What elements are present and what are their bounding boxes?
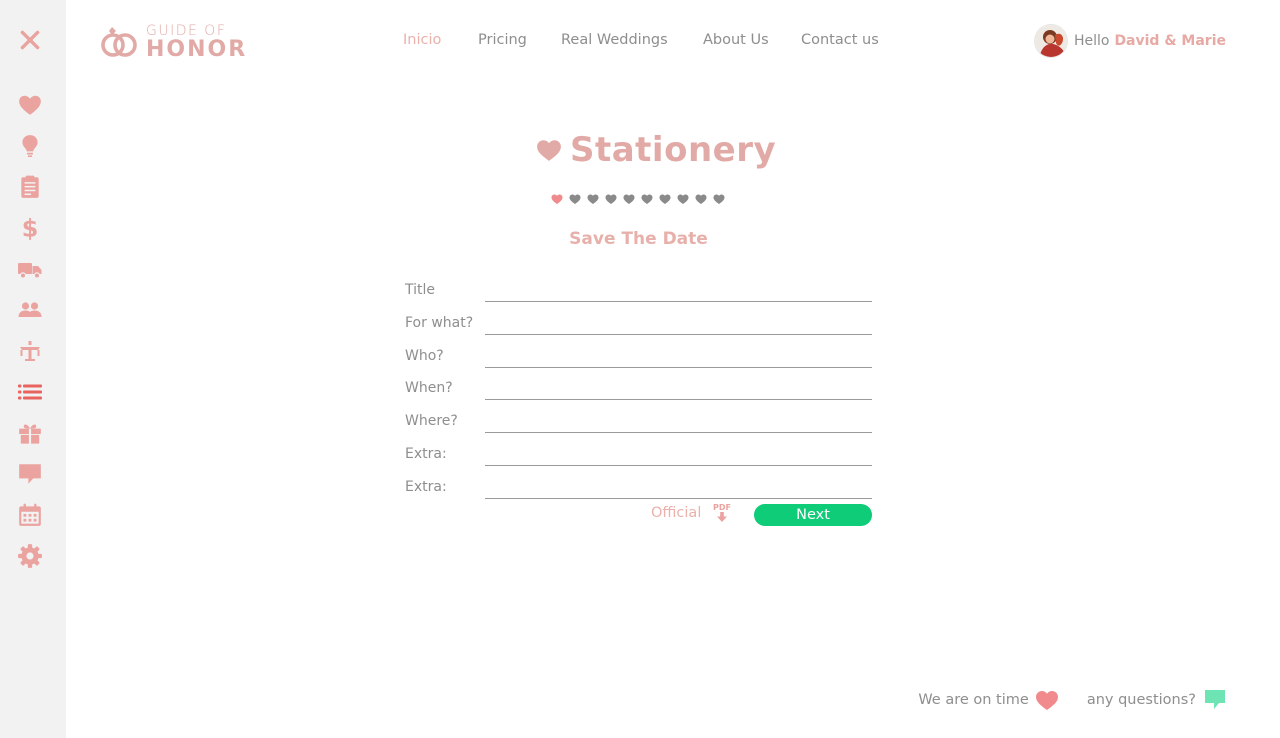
form-row: Where? — [405, 407, 872, 440]
brand-logo[interactable]: GUIDE OF HONOR — [100, 24, 247, 61]
field-label: Who? — [405, 347, 444, 364]
greeting-text: Hello — [1073, 33, 1110, 49]
progress-heart — [641, 192, 653, 204]
extra-field-1[interactable] — [485, 441, 872, 466]
gift-icon[interactable] — [15, 418, 45, 448]
people-icon[interactable] — [15, 295, 45, 325]
extra-field-2[interactable] — [485, 474, 872, 499]
form-row: Extra: — [405, 440, 872, 473]
logo-line1: GUIDE OF — [146, 23, 227, 39]
step-progress — [551, 192, 731, 204]
who-field[interactable] — [485, 343, 872, 368]
progress-heart — [605, 192, 617, 204]
progress-heart — [659, 192, 671, 204]
progress-heart — [695, 192, 707, 204]
progress-heart — [623, 192, 635, 204]
form-row: Title — [405, 276, 872, 309]
notepad-icon[interactable] — [15, 172, 45, 202]
user-menu[interactable]: Hello David & Marie — [1033, 24, 1226, 58]
field-label: Extra: — [405, 478, 447, 495]
truck-icon[interactable] — [15, 254, 45, 284]
footer-bar: We are on time any questions? — [918, 688, 1227, 712]
nav-about-us[interactable]: About Us — [703, 32, 769, 48]
form-actions: Official PDF — [651, 502, 732, 524]
official-link[interactable]: Official — [651, 505, 701, 521]
table-icon[interactable] — [15, 336, 45, 366]
progress-heart — [713, 192, 725, 204]
where-field[interactable] — [485, 409, 872, 434]
section-title: Save The Date — [569, 229, 708, 249]
lightbulb-icon[interactable] — [15, 131, 45, 161]
chat-icon[interactable] — [15, 459, 45, 489]
save-the-date-form: Title For what? Who? When? Where? Extra:… — [405, 276, 872, 506]
for-what-field[interactable] — [485, 310, 872, 335]
questions-text: any questions? — [1086, 692, 1196, 708]
nav-real-weddings[interactable]: Real Weddings — [561, 32, 668, 48]
form-row: For what? — [405, 309, 872, 342]
progress-heart — [587, 192, 599, 204]
progress-heart-active — [551, 192, 563, 204]
page-title: Stationery — [570, 130, 777, 170]
nav-contact-us[interactable]: Contact us — [801, 32, 879, 48]
avatar[interactable] — [1033, 24, 1068, 58]
progress-heart — [569, 192, 581, 204]
heart-icon[interactable] — [15, 90, 45, 120]
form-row: When? — [405, 374, 872, 407]
page-header: Stationery — [536, 130, 776, 170]
list-icon[interactable] — [15, 377, 45, 407]
form-row: Who? — [405, 342, 872, 375]
chat-icon[interactable] — [1203, 688, 1227, 712]
on-time-text: We are on time — [918, 692, 1029, 708]
svg-text:PDF: PDF — [713, 503, 731, 512]
close-icon[interactable] — [15, 25, 45, 55]
settings-icon[interactable] — [15, 541, 45, 571]
heart-icon[interactable] — [1035, 689, 1059, 711]
field-label: When? — [405, 380, 453, 397]
field-label: For what? — [405, 314, 474, 331]
calendar-icon[interactable] — [15, 500, 45, 530]
when-field[interactable] — [485, 376, 872, 401]
progress-heart — [677, 192, 689, 204]
form-row: Extra: — [405, 473, 872, 506]
user-name: David & Marie — [1114, 33, 1226, 49]
pdf-download-icon[interactable]: PDF — [712, 502, 732, 524]
nav-pricing[interactable]: Pricing — [478, 32, 527, 48]
title-field[interactable] — [485, 278, 872, 302]
logo-line2: HONOR — [146, 37, 248, 62]
rings-icon — [101, 26, 137, 57]
field-label: Where? — [405, 413, 458, 430]
nav-inicio[interactable]: Inicio — [403, 32, 441, 48]
field-label: Extra: — [405, 445, 447, 462]
field-label: Title — [405, 282, 436, 298]
next-button[interactable]: Next — [754, 504, 872, 526]
heart-icon — [537, 140, 561, 161]
sidebar: $ — [0, 0, 66, 738]
